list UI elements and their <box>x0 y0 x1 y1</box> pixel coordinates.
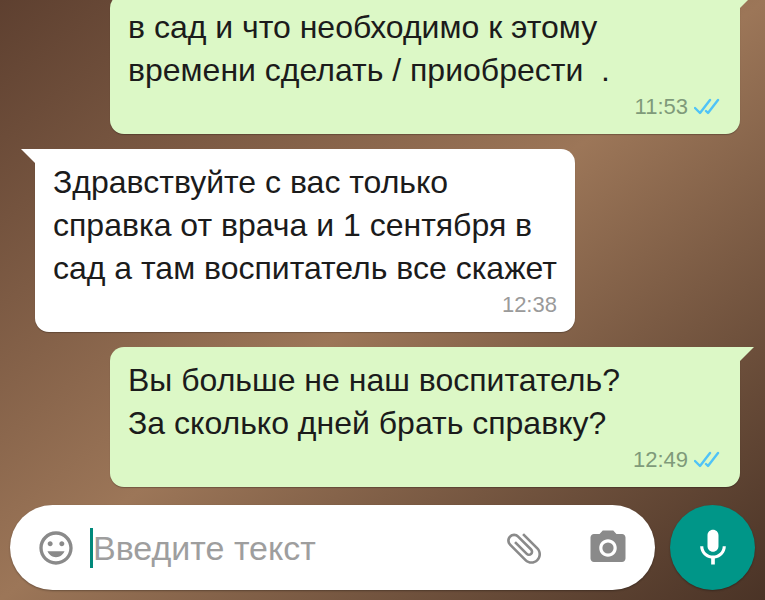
outgoing-message[interactable]: Вы больше не наш воспитатель?За сколько … <box>110 347 740 487</box>
message-time: 12:38 <box>502 290 557 320</box>
mic-button[interactable] <box>670 505 755 590</box>
message-line: в сад и что необходимо к этому <box>128 6 724 49</box>
message-meta: 11:53 <box>128 92 724 122</box>
message-line: Здравствуйте с вас только <box>53 161 557 204</box>
message-text: Вы больше не наш воспитатель?За сколько … <box>128 359 724 445</box>
emoji-icon[interactable] <box>36 528 76 568</box>
composer-bar: Введите текст <box>0 505 765 600</box>
message-meta: 12:49 <box>128 445 724 475</box>
message-input[interactable]: Введите текст <box>10 505 655 590</box>
message-meta: 12:38 <box>53 290 557 320</box>
input-placeholder: Введите текст <box>93 526 316 570</box>
message-text: Здравствуйте с вас толькосправка от врач… <box>53 161 557 290</box>
message-line: времени сделать / приобрести . <box>128 49 724 92</box>
bubble-tail-icon <box>21 149 37 165</box>
bubble-tail-icon <box>738 347 754 363</box>
paperclip-icon[interactable] <box>494 518 553 577</box>
message-line: сад а там воспитатель все скажет <box>53 247 557 290</box>
text-cursor <box>90 528 93 568</box>
message-list: в сад и что необходимо к этомувремени сд… <box>0 0 765 505</box>
input-field[interactable]: Введите текст <box>90 526 489 570</box>
camera-icon[interactable] <box>587 527 629 569</box>
message-time: 12:49 <box>633 445 688 475</box>
read-ticks-icon <box>694 450 724 470</box>
message-time: 11:53 <box>635 92 688 122</box>
outgoing-message[interactable]: в сад и что необходимо к этомувремени сд… <box>110 0 740 134</box>
read-ticks-icon <box>694 97 724 117</box>
microphone-icon <box>691 526 735 570</box>
message-line: справка от врача и 1 сентября в <box>53 204 557 247</box>
bubble-tail-icon <box>738 0 754 10</box>
message-line: Вы больше не наш воспитатель? <box>128 359 724 402</box>
chat-screen: в сад и что необходимо к этомувремени сд… <box>0 0 765 600</box>
message-text: в сад и что необходимо к этомувремени сд… <box>128 6 724 92</box>
incoming-message[interactable]: Здравствуйте с вас толькосправка от врач… <box>35 149 575 332</box>
message-line: За сколько дней брать справку? <box>128 402 724 445</box>
